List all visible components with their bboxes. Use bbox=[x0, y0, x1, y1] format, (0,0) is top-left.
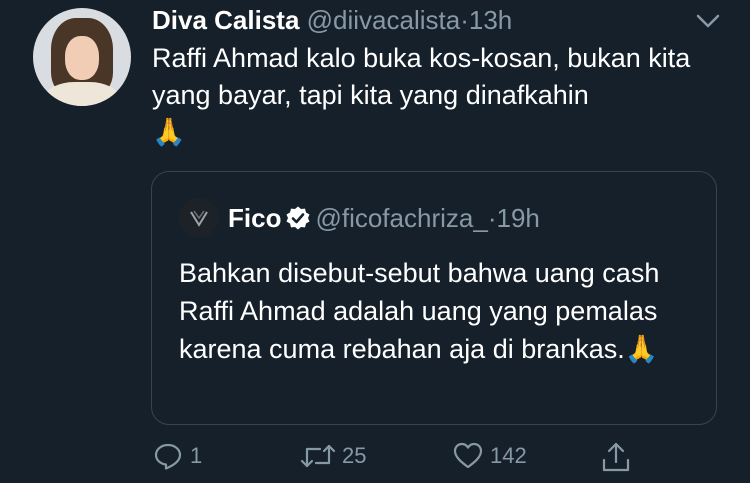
header-separator: · bbox=[460, 5, 469, 35]
tweet-time[interactable]: 13h bbox=[469, 5, 512, 35]
tweet-body: Raffi Ahmad kalo buka kos-kosan, bukan k… bbox=[152, 43, 691, 110]
reply-count: 1 bbox=[190, 443, 203, 468]
like-button[interactable]: 142 bbox=[452, 440, 527, 472]
tweet-text: Raffi Ahmad kalo buka kos-kosan, bukan k… bbox=[152, 40, 732, 151]
avatar-shirt bbox=[45, 82, 119, 106]
author-name[interactable]: Diva Calista bbox=[152, 5, 299, 35]
retweet-count: 25 bbox=[342, 443, 367, 468]
quoted-tweet-time[interactable]: 19h bbox=[496, 203, 539, 233]
quoted-tweet-header: Fico @ficofachriza_·19h bbox=[228, 200, 540, 236]
avatar-face bbox=[65, 36, 99, 80]
reply-icon bbox=[154, 443, 182, 470]
tweet-header: Diva Calista @diivacalista·13h bbox=[152, 4, 512, 36]
pray-emoji: 🙏 bbox=[152, 117, 186, 147]
author-handle[interactable]: @diivacalista bbox=[307, 5, 461, 35]
reply-button[interactable]: 1 bbox=[152, 440, 202, 472]
quoted-author-handle[interactable]: @ficofachriza_ bbox=[315, 203, 487, 233]
verified-badge-icon bbox=[286, 206, 310, 230]
quoted-tweet-body: Bahkan disebut-sebut bahwa uang cash Raf… bbox=[179, 258, 660, 364]
retweet-icon bbox=[300, 444, 336, 468]
like-count: 142 bbox=[490, 443, 527, 468]
tweet-actions: 1 25 142 bbox=[0, 440, 750, 476]
quoted-pray-emoji: 🙏 bbox=[624, 334, 659, 364]
quoted-tweet-text: Bahkan disebut-sebut bahwa uang cash Raf… bbox=[179, 254, 699, 368]
chevron-down-icon[interactable] bbox=[694, 10, 722, 32]
quoted-author-name[interactable]: Fico bbox=[228, 203, 281, 233]
share-button[interactable] bbox=[600, 440, 632, 474]
quoted-tweet-card[interactable]: Fico @ficofachriza_·19h Bahkan disebut-s… bbox=[151, 171, 717, 425]
quoted-author-avatar[interactable] bbox=[179, 198, 219, 238]
author-avatar[interactable] bbox=[33, 8, 131, 106]
share-icon bbox=[602, 442, 630, 472]
like-icon bbox=[453, 442, 483, 469]
retweet-button[interactable]: 25 bbox=[300, 440, 366, 472]
